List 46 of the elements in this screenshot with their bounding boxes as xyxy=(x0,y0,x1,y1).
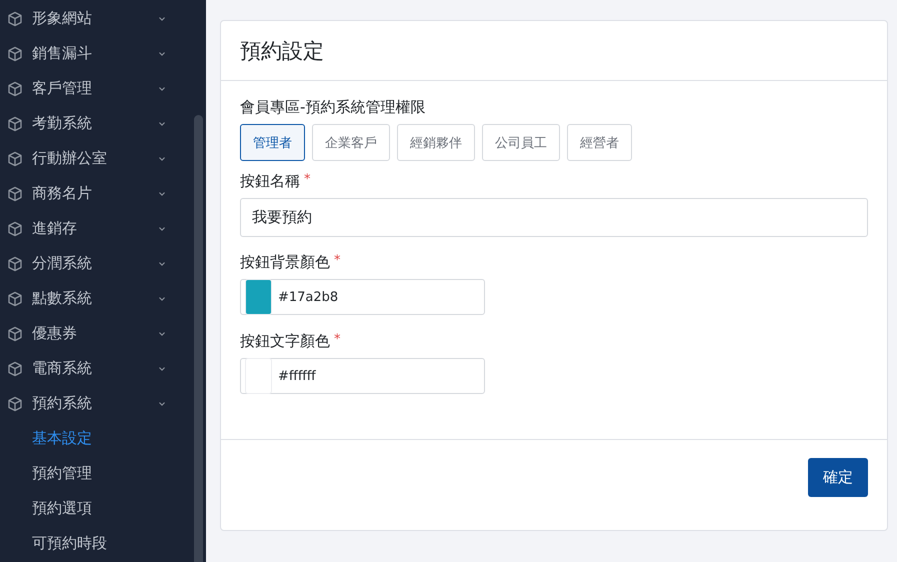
box-icon xyxy=(7,150,23,166)
menu-item[interactable]: 進銷存 xyxy=(0,211,194,246)
menu-item[interactable]: 商務名片 xyxy=(0,176,194,211)
menu-item[interactable]: 客戶管理 xyxy=(0,71,194,106)
box-icon xyxy=(7,360,23,376)
submenu-item[interactable]: 可預約時段 xyxy=(0,526,194,561)
submenu-item[interactable]: 預約選項 xyxy=(0,491,194,526)
submenu-item[interactable]: 預約管理 xyxy=(0,456,194,491)
menu-item[interactable]: 考勤系統 xyxy=(0,106,194,141)
box-icon xyxy=(7,46,23,62)
menu-item[interactable]: 預約系統 xyxy=(0,386,194,421)
field-label: 按鈕背景顏色 xyxy=(240,253,330,272)
box-icon xyxy=(7,80,23,96)
color-swatch[interactable] xyxy=(245,279,272,315)
box-icon xyxy=(7,10,23,26)
box-icon xyxy=(7,256,23,272)
role-toggle[interactable]: 企業客戶 xyxy=(312,124,390,161)
role-toggle[interactable]: 管理者 xyxy=(240,124,305,161)
box-icon xyxy=(7,290,23,306)
menu-item[interactable]: 優惠券 xyxy=(0,316,194,351)
text-field[interactable]: 我要預約 xyxy=(240,198,868,237)
required-mark: * xyxy=(334,253,340,268)
box-icon xyxy=(7,220,23,236)
color-swatch[interactable] xyxy=(245,358,272,394)
field-label: 會員專區-預約系統管理權限 xyxy=(240,98,426,117)
box-icon xyxy=(7,396,23,412)
role-toggle[interactable]: 經營者 xyxy=(567,124,632,161)
box-icon xyxy=(7,186,23,202)
confirm-button[interactable]: 確定 xyxy=(808,458,868,497)
card-title: 預約設定 xyxy=(240,38,324,64)
box-icon xyxy=(7,326,23,342)
menu-item[interactable]: 點數系統 xyxy=(0,281,194,316)
submenu-item[interactable]: 基本設定 xyxy=(0,421,194,456)
role-toggle[interactable]: 經銷夥伴 xyxy=(397,124,475,161)
menu-item[interactable]: 行動辦公室 xyxy=(0,141,194,176)
required-mark: * xyxy=(304,172,310,187)
menu-item[interactable]: 形象網站 xyxy=(0,1,194,36)
required-mark: * xyxy=(334,332,340,347)
field-label: 按鈕名稱 xyxy=(240,172,300,191)
scrollbar-thumb[interactable] xyxy=(194,115,203,562)
menu-item[interactable]: 電商系統 xyxy=(0,351,194,386)
menu-item[interactable]: 分潤系統 xyxy=(0,246,194,281)
menu-item[interactable]: 銷售漏斗 xyxy=(0,36,194,71)
role-toggle[interactable]: 公司員工 xyxy=(482,124,560,161)
box-icon xyxy=(7,116,23,132)
field-label: 按鈕文字顏色 xyxy=(240,332,330,351)
